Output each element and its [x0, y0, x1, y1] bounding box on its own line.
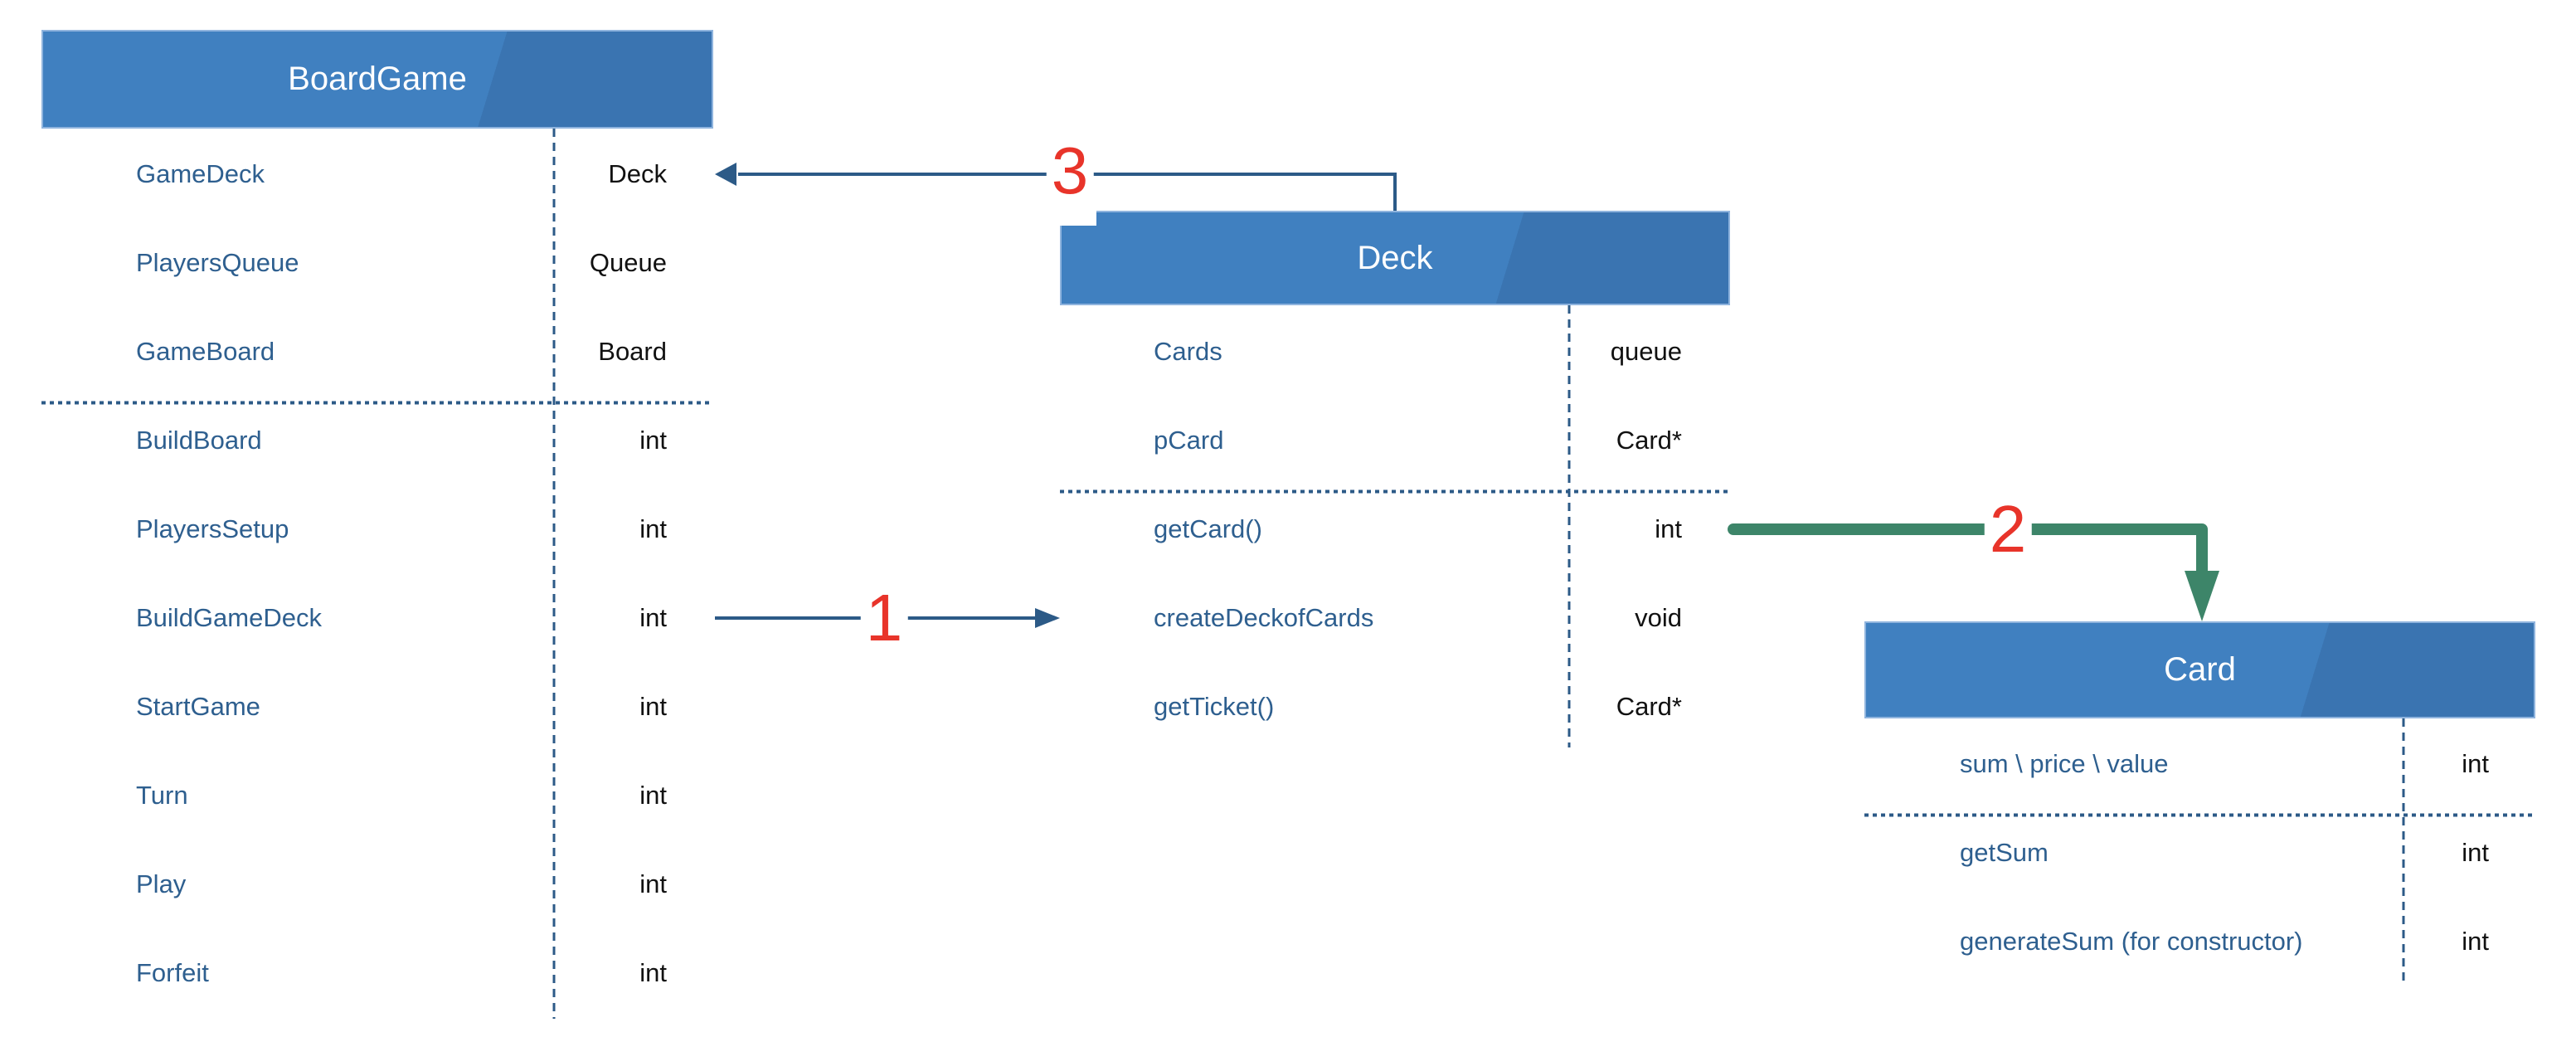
card-class-header: Card [1864, 621, 2535, 718]
connector-layer [41, 129, 2535, 1019]
attribute-type: Board [598, 337, 667, 366]
arrowhead-1 [1035, 608, 1060, 628]
uml-diagram: BoardGame GameDeck Deck PlayersQueue Queue Ga… [0, 0, 2576, 1037]
method-name: PlayersSetup [136, 514, 289, 543]
method-name: StartGame [136, 692, 260, 721]
boardgame-class-title: BoardGame [288, 61, 467, 97]
method-name: getSum [1960, 838, 2049, 867]
attribute-type: int [2462, 749, 2489, 778]
method-name: generateSum (for constructor) [1960, 927, 2303, 956]
method-name: BuildBoard [136, 426, 262, 455]
arrowhead-2 [2185, 571, 2219, 621]
attribute-name: GameDeck [136, 159, 265, 188]
method-name: getCard() [1154, 514, 1262, 543]
attribute-type: Queue [589, 248, 667, 277]
method-type: int [639, 692, 667, 721]
method-name: createDeckofCards [1154, 603, 1374, 632]
attribute-name: Cards [1154, 337, 1222, 366]
attribute-type: Card* [1616, 426, 1682, 455]
attribute-name: GameBoard [136, 337, 275, 366]
method-name: Turn [136, 781, 188, 810]
connector-label-2: 2 [1984, 496, 2032, 562]
deck-class-header: Deck [1060, 211, 1730, 305]
attribute-type: queue [1610, 337, 1682, 366]
method-type: int [639, 781, 667, 810]
method-name: Forfeit [136, 958, 209, 987]
card-class-title: Card [2164, 651, 2236, 688]
connector-label-1: 1 [860, 585, 908, 651]
method-type: int [2462, 838, 2489, 867]
method-type: int [639, 426, 667, 455]
method-type: int [639, 869, 667, 898]
method-type: int [2462, 927, 2489, 956]
method-name: BuildGameDeck [136, 603, 322, 632]
method-type: int [1655, 514, 1682, 543]
method-type: int [639, 514, 667, 543]
attribute-name: sum \ price \ value [1960, 749, 2169, 778]
method-name: Play [136, 869, 187, 898]
connector-2-line [1728, 523, 2208, 578]
method-name: getTicket() [1154, 692, 1275, 721]
header-notch [1060, 211, 1096, 226]
method-type: Card* [1616, 692, 1682, 721]
method-type: int [639, 958, 667, 987]
method-type: int [639, 603, 667, 632]
arrowhead-3 [715, 163, 736, 186]
deck-class-title: Deck [1357, 239, 1433, 276]
connector-label-3: 3 [1046, 138, 1094, 204]
attribute-type: Deck [608, 159, 667, 188]
method-type: void [1635, 603, 1682, 632]
boardgame-class-header: BoardGame [41, 30, 713, 129]
attribute-name: pCard [1154, 426, 1224, 455]
attribute-name: PlayersQueue [136, 248, 299, 277]
